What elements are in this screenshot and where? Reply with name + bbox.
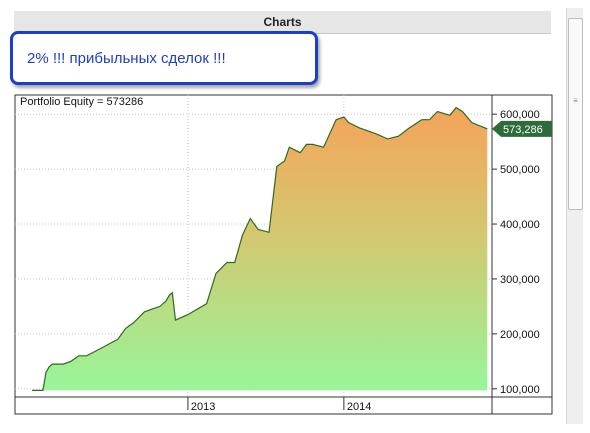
portfolio-equity-chart: 100,000 200,000 300,000 400,000 500,000 600,0… [14,94,553,415]
callout-text: 2% !!! прибыльных сделок !!! [27,50,226,67]
vertical-scrollbar[interactable]: ≡ [566,8,583,424]
y-tick-label: 100,000 [500,384,540,396]
y-tick-label: 600,000 [500,109,540,121]
annotation-callout: 2% !!! прибыльных сделок !!! [10,31,318,85]
chart-title: Portfolio Equity = 573286 [20,96,144,108]
y-tick-label: 200,000 [500,329,540,341]
scrollbar-thumb[interactable]: ≡ [568,18,583,210]
scrollbar-grip-icon: ≡ [573,96,578,105]
x-tick-label: 2014 [347,401,371,413]
y-tick-label: 400,000 [500,219,540,231]
last-value-label: 573,286 [503,124,543,136]
y-tick-label: 300,000 [500,274,540,286]
chart-canvas: 100,000 200,000 300,000 400,000 500,000 600,0… [14,94,553,415]
x-tick-label: 2013 [191,401,215,413]
y-tick-label: 500,000 [500,164,540,176]
